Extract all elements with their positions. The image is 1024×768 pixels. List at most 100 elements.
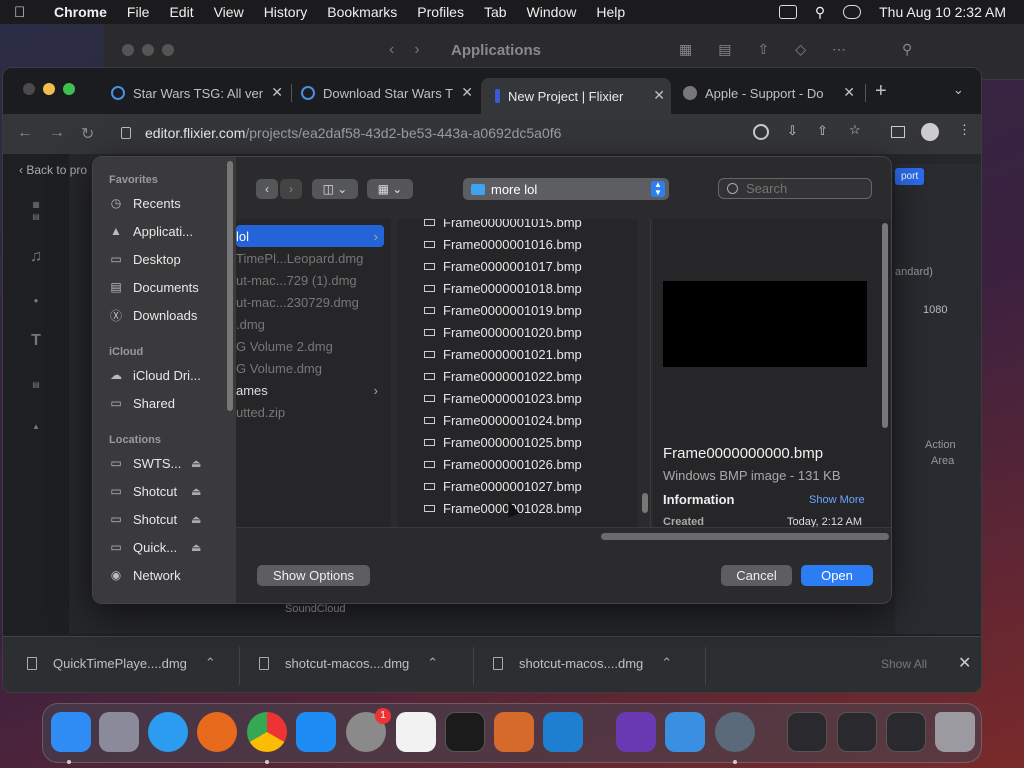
side-panel-icon[interactable] (891, 126, 905, 138)
table-row[interactable]: Frame0000001020.bmp (424, 325, 582, 347)
tab-close-icon[interactable]: ✕ (271, 84, 283, 101)
google-lens-icon[interactable] (753, 124, 769, 140)
tab-new-project-flixier[interactable]: New Project | Flixier ✕ (481, 78, 671, 114)
back-button[interactable]: ← (17, 124, 33, 142)
safari-dock-icon[interactable] (148, 712, 188, 752)
record-tab[interactable]: ● (3, 284, 69, 326)
chrome-dock-icon[interactable] (247, 712, 287, 752)
menu-view[interactable]: View (214, 4, 244, 20)
forward-button[interactable]: → (49, 124, 65, 142)
sidebar-item-applications[interactable]: ▲ Applicati... (109, 221, 193, 241)
sidebar-item-icloud-drive[interactable]: ☁ iCloud Dri... (109, 365, 201, 385)
sidebar-item-documents[interactable]: ▤ Documents (109, 277, 198, 297)
menu-edit[interactable]: Edit (169, 4, 193, 20)
close-window-button[interactable] (23, 83, 35, 95)
show-all-downloads-button[interactable]: Show All (881, 657, 927, 671)
download-item-3[interactable]: shotcut-macos....dmg ⌃ (493, 655, 672, 671)
menu-help[interactable]: Help (596, 4, 625, 20)
sidebar-item-downloads[interactable]: Ⓧ Downloads (109, 305, 197, 325)
share-page-icon[interactable]: ⇧ (817, 123, 828, 139)
apple-menu-icon[interactable]:  (14, 4, 36, 21)
text-tab[interactable]: T (3, 326, 69, 368)
group-view-button[interactable]: ▦ ⌄ (367, 179, 413, 199)
sidebar-item-swts[interactable]: ▭ SWTS... ⏏ (109, 453, 201, 473)
terminal-dock-icon[interactable] (445, 712, 485, 752)
screen-mirroring-icon[interactable] (778, 5, 797, 19)
firefox-dock-icon[interactable] (197, 712, 237, 752)
chrome-menu-icon[interactable]: ⋮ (958, 122, 971, 138)
table-row[interactable]: Frame0000001024.bmp (424, 413, 582, 435)
list-item[interactable]: ut-mac...729 (1).dmg (236, 269, 384, 291)
menu-history[interactable]: History (264, 4, 308, 20)
folder-dock-icon[interactable] (787, 712, 827, 752)
reload-button[interactable]: ↻ (81, 124, 94, 144)
menu-profiles[interactable]: Profiles (417, 4, 464, 20)
menu-window[interactable]: Window (527, 4, 577, 20)
download-item-1[interactable]: QuickTimePlaye....dmg ⌃ (27, 655, 216, 671)
table-row[interactable]: Frame0000001019.bmp (424, 303, 582, 325)
chevron-up-icon[interactable]: ⌃ (661, 655, 672, 671)
eject-icon[interactable]: ⏏ (191, 541, 201, 554)
table-row[interactable]: Frame0000001025.bmp (424, 435, 582, 457)
menu-file[interactable]: File (127, 4, 150, 20)
table-row[interactable]: Frame0000001018.bmp (424, 281, 582, 303)
profile-avatar-icon[interactable] (921, 123, 939, 141)
tab-close-icon[interactable]: ✕ (843, 84, 855, 101)
sidebar-item-recents[interactable]: ◷ Recents (109, 193, 181, 213)
sidebar-item-shotcut-1[interactable]: ▭ Shotcut ⏏ (109, 481, 201, 501)
eject-icon[interactable]: ⏏ (191, 513, 201, 526)
maximize-window-button[interactable] (63, 83, 75, 95)
sidebar-item-shared[interactable]: ▭ Shared (109, 393, 175, 413)
menu-app-name[interactable]: Chrome (54, 4, 107, 20)
dialog-search-input[interactable] (746, 181, 856, 196)
menu-bookmarks[interactable]: Bookmarks (327, 4, 397, 20)
list-item[interactable]: lol › (236, 225, 384, 247)
sidebar-item-shotcut-2[interactable]: ▭ Shotcut ⏏ (109, 509, 201, 529)
file-list-scrollbar[interactable] (642, 493, 648, 513)
tab-download-star-wars[interactable]: Download Star Wars T ✕ (301, 78, 479, 108)
table-row[interactable]: Frame0000001016.bmp (424, 237, 582, 259)
vscode-dock-icon[interactable] (543, 712, 583, 752)
tab-close-icon[interactable]: ✕ (461, 84, 473, 101)
control-center-icon[interactable] (843, 5, 862, 19)
bookmark-star-icon[interactable]: ☆ (849, 122, 861, 138)
tab-close-icon[interactable]: ✕ (653, 87, 665, 104)
menu-tab[interactable]: Tab (484, 4, 507, 20)
dialog-forward-button[interactable]: › (280, 179, 302, 199)
folder-dock-icon[interactable] (837, 712, 877, 752)
minimize-window-button[interactable] (43, 83, 55, 95)
list-item[interactable]: ames › (236, 379, 384, 401)
sidebar-item-network[interactable]: ◉ Network (109, 565, 181, 585)
eject-icon[interactable]: ⏏ (191, 485, 201, 498)
app-store-dock-icon[interactable] (296, 712, 336, 752)
install-app-icon[interactable]: ⇩ (787, 123, 798, 139)
chevron-up-icon[interactable]: ⌃ (427, 655, 438, 671)
launchpad-dock-icon[interactable] (99, 712, 139, 752)
show-more-link[interactable]: Show More (809, 494, 865, 506)
horizontal-scrollbar[interactable] (601, 533, 889, 540)
chevron-up-icon[interactable]: ⌃ (205, 655, 216, 671)
table-row[interactable]: Frame0000001017.bmp (424, 259, 582, 281)
back-to-projects-link[interactable]: ‹ Back to pro (19, 163, 87, 177)
trash-dock-icon[interactable] (935, 712, 975, 752)
table-row[interactable]: Frame0000001026.bmp (424, 457, 582, 479)
column-view-button[interactable]: ◫ ⌄ (312, 179, 358, 199)
preview-scrollbar[interactable] (882, 223, 888, 428)
list-item[interactable]: G Volume 2.dmg (236, 335, 384, 357)
close-download-shelf-icon[interactable]: ✕ (958, 653, 971, 673)
open-button[interactable]: Open (801, 565, 873, 586)
show-options-button[interactable]: Show Options (257, 565, 370, 586)
sidebar-item-quicktime[interactable]: ▭ Quick... ⏏ (109, 537, 201, 557)
cancel-button[interactable]: Cancel (721, 565, 792, 586)
menubar-clock[interactable]: Thu Aug 10 2:32 AM (879, 4, 1006, 20)
list-item[interactable]: TimePl...Leopard.dmg (236, 247, 384, 269)
sidebar-scrollbar[interactable] (227, 161, 233, 411)
list-item[interactable]: utted.zip (236, 401, 384, 423)
garageband-dock-icon[interactable] (494, 712, 534, 752)
shapes-tab[interactable]: ▲ (3, 410, 69, 452)
list-item[interactable]: .dmg (236, 313, 384, 335)
list-item[interactable]: G Volume.dmg (236, 357, 384, 379)
download-item-2[interactable]: shotcut-macos....dmg ⌃ (259, 655, 438, 671)
path-selector-dropdown[interactable]: more lol ▲ ▼ (463, 178, 669, 200)
folder-dock-icon[interactable] (886, 712, 926, 752)
